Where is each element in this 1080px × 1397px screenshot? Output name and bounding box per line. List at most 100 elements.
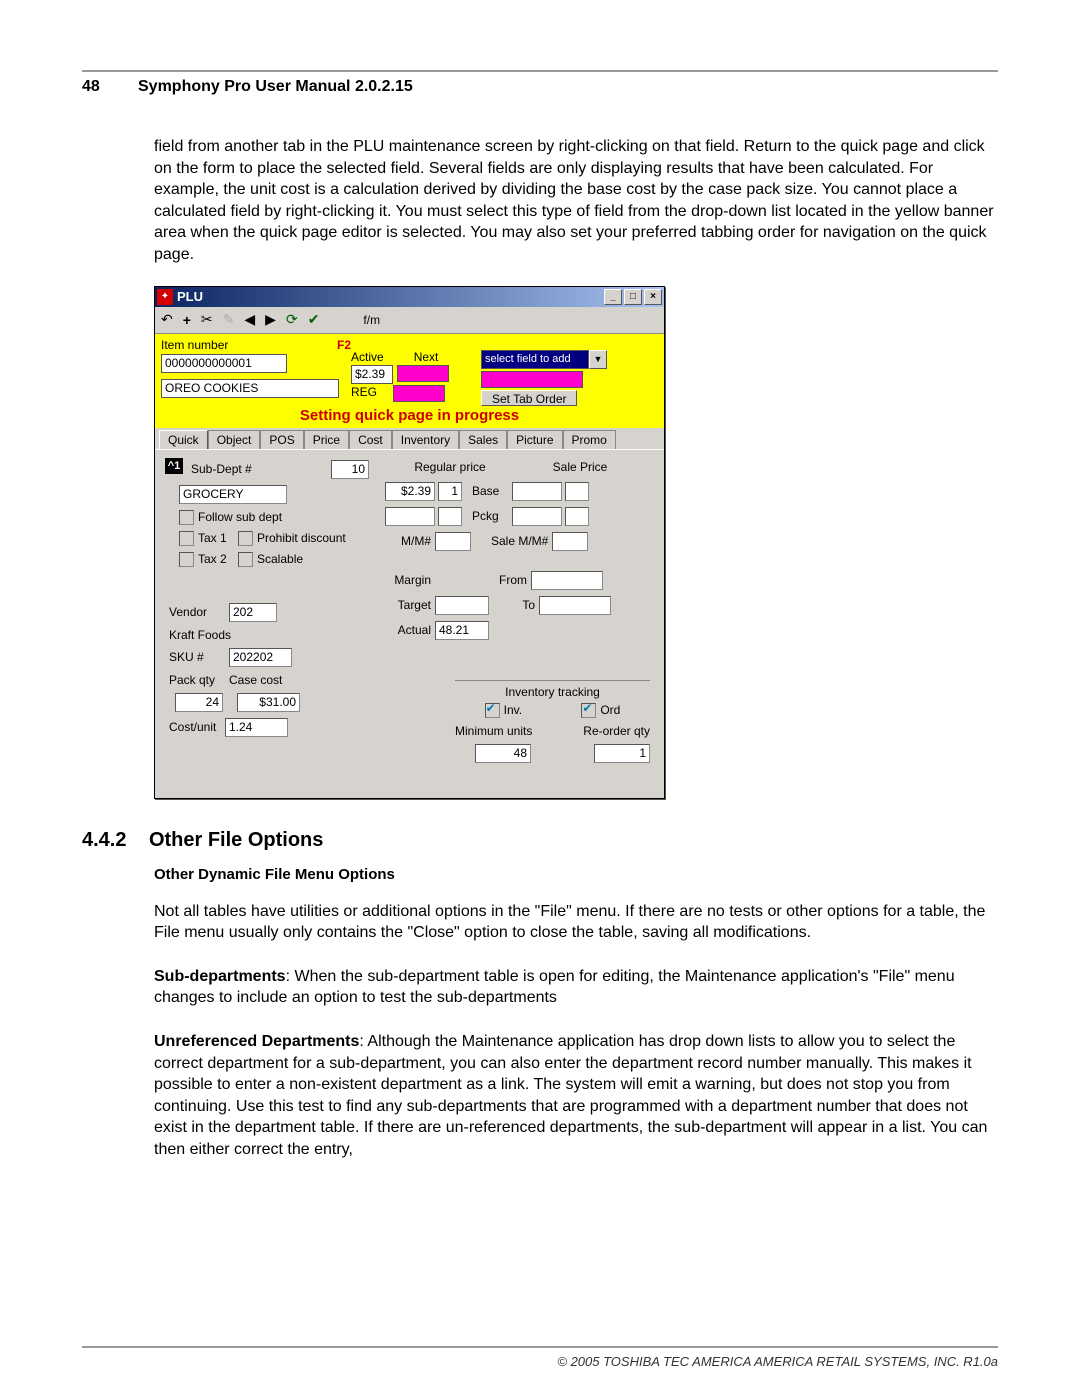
regular-price-label: Regular price — [385, 460, 515, 474]
undo-icon[interactable]: ↶ — [161, 311, 173, 328]
inv-checkbox[interactable] — [485, 703, 500, 718]
tab-price[interactable]: Price — [304, 430, 349, 449]
base-label: Base — [472, 484, 512, 498]
titlebar: ✦ PLU _ □ × — [155, 287, 664, 307]
from-label: From — [491, 573, 527, 587]
ord-checkbox[interactable] — [581, 703, 596, 718]
plu-window: ✦ PLU _ □ × ↶ + ✂ ✎ ◀ ▶ ⟳ ✔ f/m Ite — [154, 286, 665, 799]
costunit-input[interactable] — [225, 718, 288, 737]
section-p1: Not all tables have utilities or additio… — [154, 901, 998, 944]
base-qty-input[interactable] — [438, 482, 462, 501]
tab-cost[interactable]: Cost — [349, 430, 392, 449]
combo-dropdown-icon[interactable]: ▼ — [589, 350, 607, 369]
next-field-1[interactable] — [397, 365, 449, 382]
pckg-price-input[interactable] — [385, 507, 435, 526]
item-number-label: Item number — [161, 338, 228, 352]
toolbar: ↶ + ✂ ✎ ◀ ▶ ⟳ ✔ f/m — [155, 307, 664, 334]
page-footer: © 2005 TOSHIBA TEC AMERICA AMERICA RETAI… — [82, 1346, 998, 1369]
tab-quick[interactable]: Quick — [159, 430, 208, 449]
active-price-input[interactable] — [351, 365, 393, 384]
prev-icon[interactable]: ◀ — [244, 311, 255, 328]
pckg-qty-input[interactable] — [438, 507, 462, 526]
reorder-input[interactable] — [594, 744, 650, 763]
follow-sub-checkbox[interactable] — [179, 510, 194, 525]
sale-base-price-input[interactable] — [512, 482, 562, 501]
section-number: 4.4.2 — [82, 829, 126, 851]
window-title: PLU — [177, 289, 604, 304]
sku-label: SKU # — [169, 650, 229, 664]
min-units-label: Minimum units — [455, 724, 532, 738]
close-button[interactable]: × — [644, 289, 662, 305]
tab-object[interactable]: Object — [208, 430, 261, 449]
next-icon[interactable]: ▶ — [265, 311, 276, 328]
actual-label: Actual — [385, 623, 431, 637]
tax2-checkbox[interactable] — [179, 552, 194, 567]
tab-pos[interactable]: POS — [260, 430, 303, 449]
mm-input[interactable] — [435, 532, 471, 551]
packqty-input[interactable] — [175, 693, 223, 712]
sale-pckg-qty-input[interactable] — [565, 507, 589, 526]
costunit-label: Cost/unit — [169, 720, 225, 734]
page-header: 48 Symphony Pro User Manual 2.0.2.15 — [82, 78, 998, 96]
target-label: Target — [385, 598, 431, 612]
fm-label[interactable]: f/m — [363, 313, 380, 327]
active-label: Active — [351, 350, 384, 364]
sale-base-qty-input[interactable] — [565, 482, 589, 501]
f2-label: F2 — [337, 338, 351, 352]
vendor-input[interactable] — [229, 603, 277, 622]
vendor-label: Vendor — [169, 605, 229, 619]
sale-mm-input[interactable] — [552, 532, 588, 551]
minimize-button[interactable]: _ — [604, 289, 622, 305]
mm-label: M/M# — [385, 534, 431, 548]
base-price-input[interactable] — [385, 482, 435, 501]
prohibit-checkbox[interactable] — [238, 531, 253, 546]
to-label: To — [499, 598, 535, 612]
subdept-input[interactable] — [331, 460, 369, 479]
tab-promo[interactable]: Promo — [563, 430, 616, 449]
actual-input[interactable] — [435, 621, 489, 640]
edit-icon[interactable]: ✎ — [223, 311, 235, 328]
description-input[interactable] — [161, 379, 339, 398]
casecost-label: Case cost — [229, 673, 282, 687]
p2-bold: Sub-departments — [154, 968, 286, 985]
from-input[interactable] — [531, 571, 603, 590]
yellow-banner: Item number F2 Active Next — [155, 334, 664, 428]
maximize-button[interactable]: □ — [624, 289, 642, 305]
scalable-label: Scalable — [257, 552, 303, 566]
set-tab-order-button[interactable]: Set Tab Order — [481, 390, 577, 406]
section-p2: Sub-departments: When the sub-department… — [154, 966, 998, 1009]
min-units-input[interactable] — [475, 744, 531, 763]
next-field-2[interactable] — [393, 385, 445, 402]
tax1-label: Tax 1 — [198, 531, 238, 545]
p3-bold: Unreferenced Departments — [154, 1033, 359, 1050]
subdept-name-input[interactable] — [179, 485, 287, 504]
target-input[interactable] — [435, 596, 489, 615]
scalable-checkbox[interactable] — [238, 552, 253, 567]
sale-pckg-price-input[interactable] — [512, 507, 562, 526]
to-input[interactable] — [539, 596, 611, 615]
section-p3: Unreferenced Departments: Although the M… — [154, 1031, 998, 1161]
casecost-input[interactable] — [237, 693, 300, 712]
plus-icon[interactable]: + — [183, 312, 191, 328]
app-icon: ✦ — [157, 289, 173, 305]
sku-input[interactable] — [229, 648, 292, 667]
vendor-name: Kraft Foods — [169, 628, 231, 642]
pckg-label: Pckg — [472, 509, 512, 523]
refresh-icon[interactable]: ⟳ — [286, 311, 298, 328]
ord-label: Ord — [600, 703, 620, 717]
section-subtitle: Other Dynamic File Menu Options — [154, 866, 998, 883]
tax1-checkbox[interactable] — [179, 531, 194, 546]
cut-icon[interactable]: ✂ — [201, 311, 213, 328]
follow-sub-label: Follow sub dept — [198, 510, 282, 524]
next-label: Next — [414, 350, 439, 364]
next-field-3[interactable] — [481, 371, 583, 388]
inv-label: Inv. — [504, 703, 522, 717]
tab-inventory[interactable]: Inventory — [392, 430, 459, 449]
reg-label: REG — [351, 385, 389, 402]
item-number-input[interactable] — [161, 354, 287, 373]
select-field-combo[interactable]: select field to add — [481, 350, 589, 369]
p3-text: : Although the Maintenance application h… — [154, 1033, 987, 1158]
check-icon[interactable]: ✔ — [308, 311, 320, 328]
tab-picture[interactable]: Picture — [507, 430, 562, 449]
tab-sales[interactable]: Sales — [459, 430, 507, 449]
